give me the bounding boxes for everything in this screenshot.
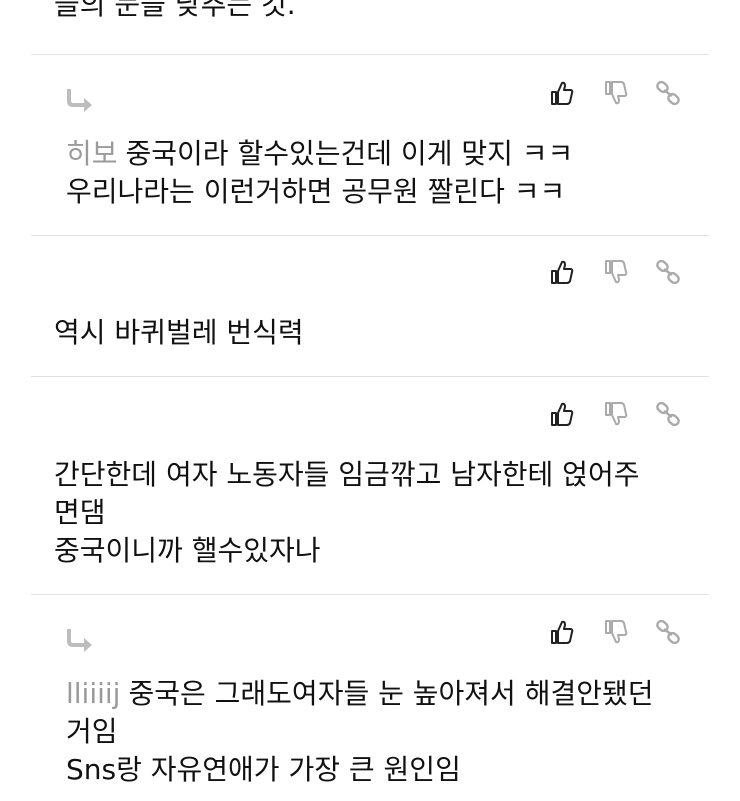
reply-arrow-icon (64, 86, 96, 114)
comment-actions (548, 400, 688, 430)
comment-text: 역시 바퀴벌레 번식력 (54, 314, 304, 352)
comment-line: 거임 (66, 715, 118, 748)
comment-text: 히보 중국이라 할수있는건데 이게 맞지 ㅋㅋ 우리나라는 이런거하면 공무원 짤… (66, 135, 573, 211)
thumbs-up-icon[interactable] (548, 79, 576, 107)
thumbs-down-icon[interactable] (602, 79, 630, 107)
comment-line: 역시 바퀴벌레 번식력 (54, 316, 304, 349)
divider (31, 376, 709, 377)
comment-line: 면댐 (54, 496, 106, 529)
comment-author[interactable]: 히보 (66, 137, 118, 170)
thumbs-down-icon[interactable] (602, 618, 630, 646)
thumbs-down-icon[interactable] (602, 258, 630, 286)
comment-actions (548, 618, 688, 648)
comment-line: 간단한데 여자 노동자들 임금깎고 남자한테 얹어주 (54, 458, 640, 491)
thumbs-down-icon[interactable] (602, 400, 630, 428)
thumbs-up-icon[interactable] (548, 618, 576, 646)
link-icon[interactable] (654, 79, 682, 107)
thumbs-up-icon[interactable] (548, 258, 576, 286)
divider (31, 594, 709, 595)
link-icon[interactable] (654, 400, 682, 428)
reply-arrow-icon (64, 626, 96, 654)
comment-actions (548, 79, 688, 109)
thumbs-up-icon[interactable] (548, 400, 576, 428)
link-icon[interactable] (654, 618, 682, 646)
comment-author[interactable]: lliiiij (66, 677, 120, 710)
comment-line: 중국이라 할수있는건데 이게 맞지 ㅋㅋ (125, 137, 574, 170)
comment-line: 중국이니까 핼수있자나 (54, 534, 321, 567)
comment-line: Sns랑 자유연애가 가장 큰 원인임 (66, 753, 461, 786)
divider (31, 54, 709, 55)
comment-actions (548, 258, 688, 288)
comment-line: 중국은 그래도여자들 눈 높아져서 해결안됐던 (128, 677, 654, 710)
comment-line: 우리나라는 이런거하면 공무원 짤린다 ㅋㅋ (66, 175, 566, 208)
divider (31, 235, 709, 236)
previous-comment-tail: 들의 눈을 낮추는 것. (54, 0, 296, 21)
comment-text: 간단한데 여자 노동자들 임금깎고 남자한테 얹어주 면댐 중국이니까 핼수있자… (54, 456, 639, 570)
comment-text: lliiiij 중국은 그래도여자들 눈 높아져서 해결안됐던 거임 Sns랑 자… (66, 675, 654, 789)
link-icon[interactable] (654, 258, 682, 286)
